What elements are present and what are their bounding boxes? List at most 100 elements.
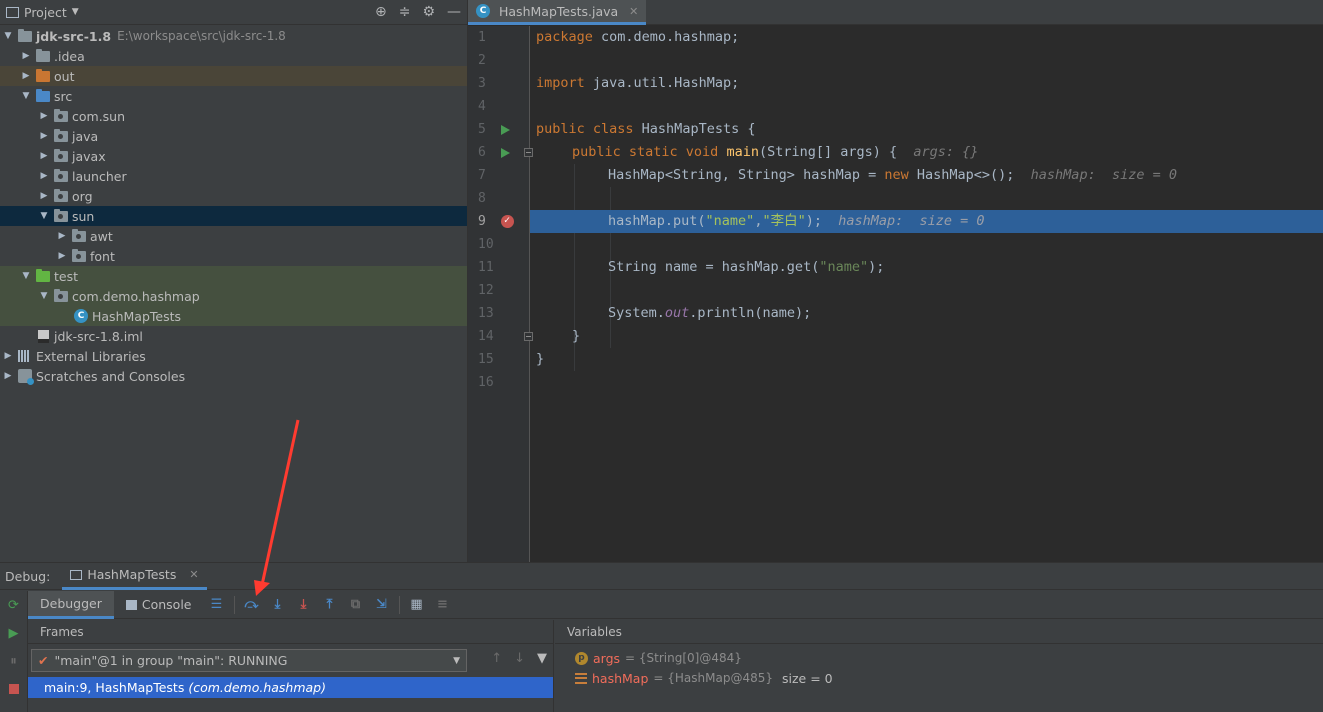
tree-item-awt[interactable]: ▶ awt	[0, 226, 467, 246]
filter-icon[interactable]: ▼	[537, 651, 547, 666]
gutter-line[interactable]: 11	[468, 256, 529, 279]
tree-item-launcher[interactable]: ▶ launcher	[0, 166, 467, 186]
code-line[interactable]: }	[530, 348, 1323, 371]
tree-item-external-libraries[interactable]: ▶ External Libraries	[0, 346, 467, 366]
step-out-icon[interactable]: ⤒	[317, 591, 343, 619]
code-line[interactable]: public class HashMapTests {	[530, 118, 1323, 141]
expand-right-icon[interactable]: ▶	[38, 151, 50, 161]
breakpoint-icon[interactable]	[501, 209, 514, 232]
tree-item-sun[interactable]: ▼ sun	[0, 206, 467, 226]
step-into-icon[interactable]: ⤓	[265, 591, 291, 619]
hide-icon[interactable]: —	[447, 4, 461, 20]
expand-down-icon[interactable]: ▼	[38, 291, 50, 301]
resume-icon[interactable]: ▶	[0, 619, 27, 647]
tree-item-com-sun[interactable]: ▶ com.sun	[0, 106, 467, 126]
variable-row[interactable]: hashMap = {HashMap@485} size = 0	[555, 668, 1323, 688]
tab-debugger[interactable]: Debugger	[28, 590, 114, 619]
pause-icon[interactable]: ⏸	[0, 647, 27, 675]
code-line[interactable]: String name = hashMap.get("name");	[530, 256, 1323, 279]
code-line[interactable]	[530, 49, 1323, 72]
gutter-line[interactable]: 7	[468, 164, 529, 187]
tree-item-java[interactable]: ▶ java	[0, 126, 467, 146]
tree-item-scratches[interactable]: ▶ Scratches and Consoles	[0, 366, 467, 386]
expand-right-icon[interactable]: ▶	[20, 51, 32, 61]
arrow-down-icon[interactable]: ↓	[514, 651, 525, 666]
expand-right-icon[interactable]: ▶	[56, 231, 68, 241]
gutter-line[interactable]: 5	[468, 118, 529, 141]
code-line[interactable]	[530, 95, 1323, 118]
code-line[interactable]	[530, 371, 1323, 394]
current-execution-line[interactable]: hashMap.put("name","李白"); hashMap: size …	[530, 210, 1323, 233]
gutter-line[interactable]: 16	[468, 371, 529, 394]
thread-selector[interactable]: ✔ "main"@1 in group "main": RUNNING ▼	[31, 649, 467, 672]
tree-item-root[interactable]: ▼ jdk-src-1.8 E:\workspace\src\jdk-src-1…	[0, 26, 467, 46]
trace-icon[interactable]: ≡	[430, 591, 456, 619]
gear-icon[interactable]: ⚙	[422, 4, 435, 20]
tree-item-org[interactable]: ▶ org	[0, 186, 467, 206]
arrow-up-icon[interactable]: ↑	[491, 651, 502, 666]
collapse-icon[interactable]: ≑	[399, 4, 411, 20]
tree-item-font[interactable]: ▶ font	[0, 246, 467, 266]
run-icon[interactable]	[501, 125, 510, 135]
locate-icon[interactable]: ⊕	[375, 4, 387, 20]
gutter-line[interactable]: 2	[468, 49, 529, 72]
tree-item-javax[interactable]: ▶ javax	[0, 146, 467, 166]
code-line[interactable]: import java.util.HashMap;	[530, 72, 1323, 95]
expand-right-icon[interactable]: ▶	[20, 71, 32, 81]
stop-icon[interactable]	[0, 675, 27, 703]
tree-item-hashmaptests[interactable]: C HashMapTests	[0, 306, 467, 326]
expand-down-icon[interactable]: ▼	[20, 91, 32, 101]
gutter-line[interactable]: 13	[468, 302, 529, 325]
expand-down-icon[interactable]: ▼	[38, 211, 50, 221]
code-line[interactable]	[530, 187, 1323, 210]
rerun-icon[interactable]: ⟳	[0, 591, 27, 619]
gutter-line[interactable]: 15	[468, 348, 529, 371]
force-step-into-icon[interactable]: ⤓	[291, 591, 317, 619]
expand-right-icon[interactable]: ▶	[2, 371, 14, 381]
code-area[interactable]: package com.demo.hashmap; import java.ut…	[530, 26, 1323, 562]
evaluate-expression-icon[interactable]: ▦	[404, 591, 430, 619]
tab-debug-config[interactable]: HashMapTests ✕	[62, 562, 207, 590]
step-over-icon[interactable]: ⤼	[239, 591, 265, 619]
frame-item[interactable]: main:9, HashMapTests (com.demo.hashmap)	[28, 677, 553, 698]
tree-item-src[interactable]: ▼ src	[0, 86, 467, 106]
code-line[interactable]: package com.demo.hashmap;	[530, 26, 1323, 49]
expand-right-icon[interactable]: ▶	[38, 111, 50, 121]
code-line[interactable]	[530, 279, 1323, 302]
tree-item-iml[interactable]: jdk-src-1.8.iml	[0, 326, 467, 346]
tab-console[interactable]: Console	[114, 591, 204, 619]
expand-right-icon[interactable]: ▶	[2, 351, 14, 361]
tree-item-test[interactable]: ▼ test	[0, 266, 467, 286]
tree-item-out[interactable]: ▶ out	[0, 66, 467, 86]
expand-right-icon[interactable]: ▶	[38, 171, 50, 181]
code-line[interactable]: public static void main(String[] args) {…	[530, 141, 1323, 164]
drop-frame-icon[interactable]: ⧉	[343, 591, 369, 619]
tree-item-com-demo-hashmap[interactable]: ▼ com.demo.hashmap	[0, 286, 467, 306]
show-execution-point-icon[interactable]: ☰	[204, 591, 230, 619]
variable-row[interactable]: p args = {String[0]@484}	[555, 648, 1323, 668]
code-line[interactable]: }	[530, 325, 1323, 348]
run-to-cursor-icon[interactable]: ⇲	[369, 591, 395, 619]
code-line[interactable]: System.out.println(name);	[530, 302, 1323, 325]
gutter-line[interactable]: 4	[468, 95, 529, 118]
gutter-line[interactable]: 6	[468, 141, 533, 164]
gutter-line[interactable]: 10	[468, 233, 529, 256]
gutter-line[interactable]: 9	[468, 209, 529, 233]
code-line[interactable]: HashMap<String, String> hashMap = new Ha…	[530, 164, 1323, 187]
code-line[interactable]	[530, 233, 1323, 256]
close-icon[interactable]: ✕	[629, 5, 638, 18]
run-icon[interactable]	[501, 148, 510, 158]
editor-gutter[interactable]: 1 2 3 4 5 6 7 8 9 10 11 12 13 14 15 16	[468, 26, 533, 562]
gutter-line[interactable]: 1	[468, 26, 529, 49]
expand-right-icon[interactable]: ▶	[38, 131, 50, 141]
gutter-line[interactable]: 3	[468, 72, 529, 95]
expand-down-icon[interactable]: ▼	[2, 31, 14, 41]
gutter-line[interactable]: 12	[468, 279, 529, 302]
expand-down-icon[interactable]: ▼	[20, 271, 32, 281]
expand-right-icon[interactable]: ▶	[56, 251, 68, 261]
tree-item-idea[interactable]: ▶ .idea	[0, 46, 467, 66]
expand-right-icon[interactable]: ▶	[38, 191, 50, 201]
gutter-line[interactable]: 14	[468, 325, 533, 348]
close-icon[interactable]: ✕	[189, 568, 198, 581]
tab-hashmaptests-java[interactable]: C HashMapTests.java ✕	[468, 0, 647, 25]
